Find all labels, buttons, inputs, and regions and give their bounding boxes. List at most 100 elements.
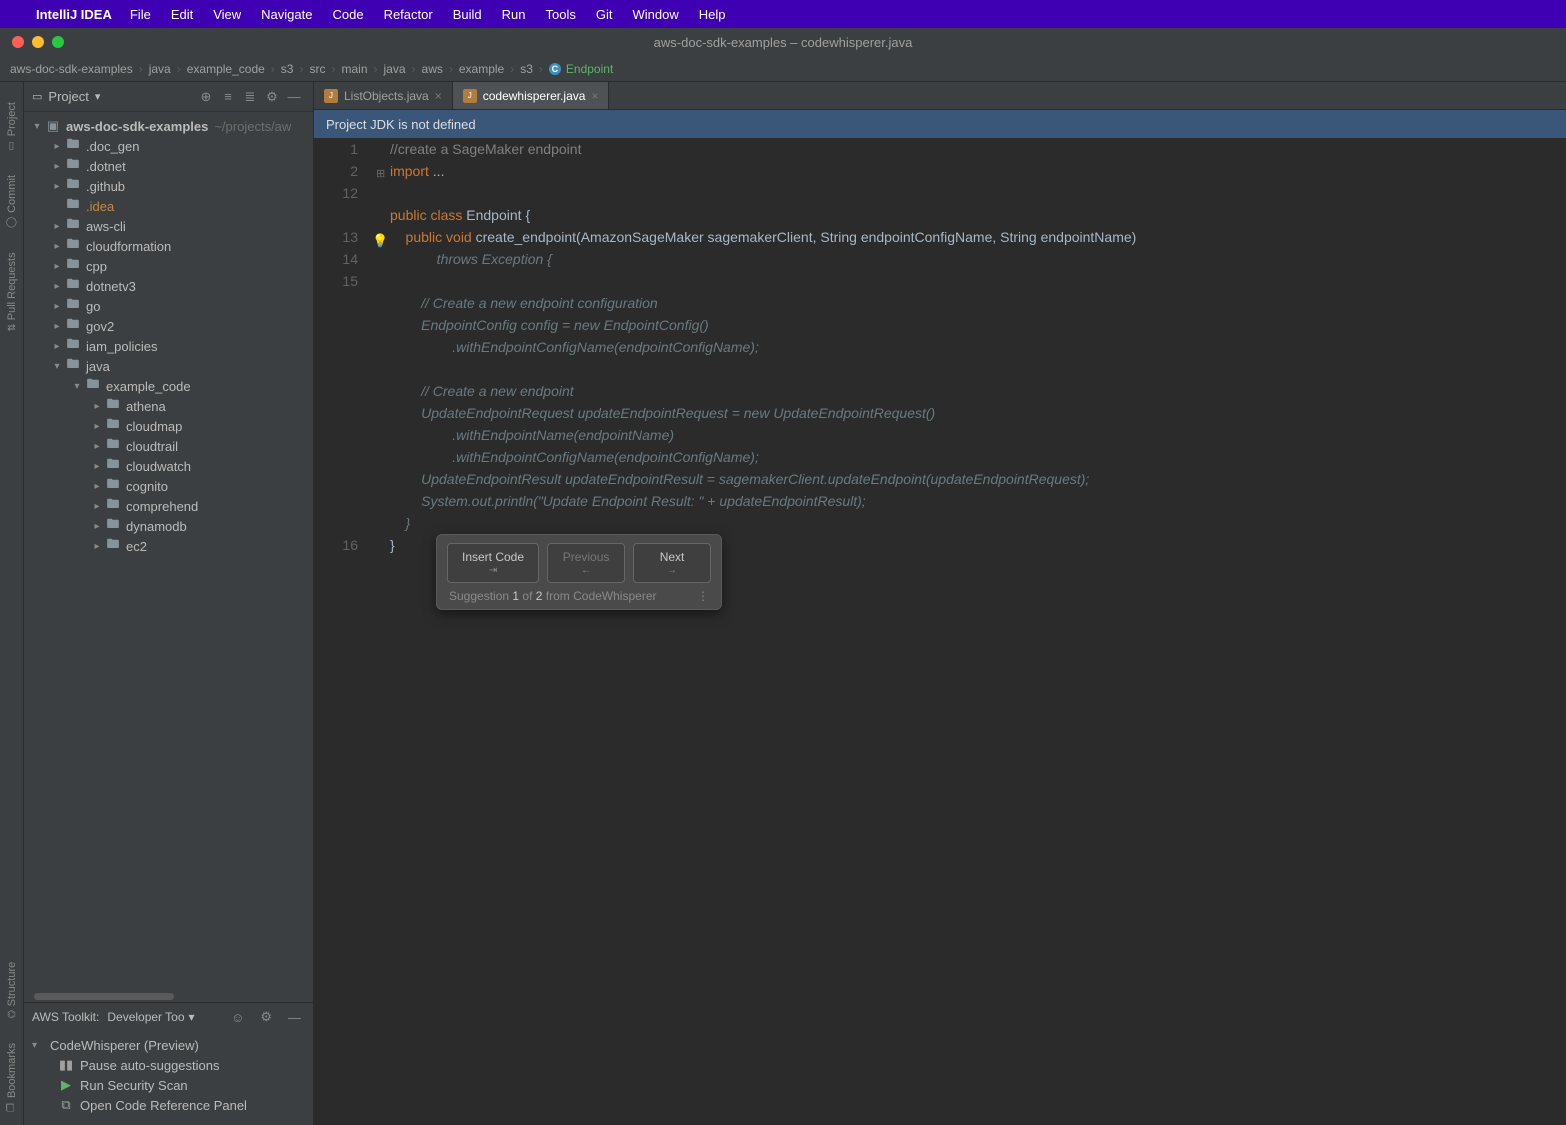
expand-all-icon[interactable]: ≡: [217, 86, 239, 108]
window-close-button[interactable]: [12, 36, 24, 48]
folder-name: example_code: [106, 379, 191, 394]
folder-icon: ▭: [6, 140, 17, 151]
tree-folder[interactable]: 🖿.idea: [24, 196, 313, 216]
tree-folder[interactable]: ▸🖿athena: [24, 396, 313, 416]
chevron-icon: ▸: [50, 281, 64, 292]
tree-root[interactable]: ▾ ▣ aws-doc-sdk-examples ~/projects/aw: [24, 116, 313, 136]
code-editor[interactable]: 121213141516 💡 //create a SageMaker endp…: [314, 138, 1566, 1125]
feedback-icon[interactable]: ☺: [227, 1010, 248, 1025]
tree-folder[interactable]: ▸🖿aws-cli: [24, 216, 313, 236]
next-suggestion-button[interactable]: Next →: [633, 543, 711, 583]
tree-folder[interactable]: ▸🖿cognito: [24, 476, 313, 496]
menu-view[interactable]: View: [213, 7, 241, 22]
insert-code-button[interactable]: Insert Code ⇥: [447, 543, 539, 583]
chevron-icon: ▸: [50, 301, 64, 312]
tool-tab-bookmarks[interactable]: ❐Bookmarks: [6, 1043, 18, 1113]
tree-folder[interactable]: ▸🖿dotnetv3: [24, 276, 313, 296]
hide-panel-icon[interactable]: —: [284, 1010, 305, 1025]
folder-icon: 🖿: [64, 275, 82, 297]
breadcrumb[interactable]: aws-doc-sdk-examples: [10, 62, 149, 76]
breadcrumb[interactable]: main: [341, 62, 383, 76]
horizontal-scrollbar[interactable]: [24, 992, 313, 1002]
menu-git[interactable]: Git: [596, 7, 613, 22]
tool-tab-project[interactable]: ▭Project: [6, 102, 18, 151]
editor-tab-active[interactable]: J codewhisperer.java ×: [453, 82, 610, 109]
menu-run[interactable]: Run: [502, 7, 526, 22]
breadcrumb[interactable]: example: [459, 62, 520, 76]
settings-icon[interactable]: ⚙: [261, 86, 283, 108]
tree-folder[interactable]: ▸🖿cloudwatch: [24, 456, 313, 476]
more-options-icon[interactable]: ⋮: [697, 589, 709, 603]
fold-marker-icon[interactable]: ⊞: [376, 163, 385, 185]
folder-name: java: [86, 359, 110, 374]
previous-suggestion-button[interactable]: Previous ←: [547, 543, 625, 583]
tree-folder[interactable]: ▸🖿.dotnet: [24, 156, 313, 176]
folder-name: cognito: [126, 479, 168, 494]
editor-tab[interactable]: J ListObjects.java ×: [314, 82, 453, 109]
tree-folder[interactable]: ▾🖿java: [24, 356, 313, 376]
chevron-icon: ▸: [90, 481, 104, 492]
suggestion-counter: Suggestion 1 of 2 from CodeWhisperer: [449, 589, 657, 603]
chevron-down-icon: ▾: [95, 90, 101, 103]
menu-file[interactable]: File: [130, 7, 151, 22]
menu-edit[interactable]: Edit: [171, 7, 193, 22]
tree-folder[interactable]: ▸🖿iam_policies: [24, 336, 313, 356]
pause-suggestions-action[interactable]: ▮▮ Pause auto-suggestions: [32, 1055, 305, 1075]
tree-folder[interactable]: ▸🖿cloudformation: [24, 236, 313, 256]
breadcrumb[interactable]: s3: [281, 62, 310, 76]
module-icon: ▣: [44, 118, 62, 134]
tree-folder[interactable]: ▸🖿cpp: [24, 256, 313, 276]
menu-code[interactable]: Code: [332, 7, 363, 22]
menu-tools[interactable]: Tools: [545, 7, 575, 22]
tree-folder[interactable]: ▸🖿gov2: [24, 316, 313, 336]
menu-navigate[interactable]: Navigate: [261, 7, 312, 22]
commit-icon: ◯: [6, 217, 17, 228]
close-tab-icon[interactable]: ×: [435, 89, 442, 103]
codewhisperer-section[interactable]: ▾ CodeWhisperer (Preview): [32, 1035, 305, 1055]
folder-icon: 🖿: [64, 195, 82, 217]
close-tab-icon[interactable]: ×: [591, 89, 598, 103]
folder-icon: 🖿: [64, 235, 82, 257]
tree-folder[interactable]: ▸🖿comprehend: [24, 496, 313, 516]
tree-folder[interactable]: ▸🖿.doc_gen: [24, 136, 313, 156]
tree-folder[interactable]: ▸🖿go: [24, 296, 313, 316]
menu-window[interactable]: Window: [632, 7, 678, 22]
menu-help[interactable]: Help: [699, 7, 726, 22]
locate-file-icon[interactable]: ⊕: [195, 86, 217, 108]
intention-bulb-icon[interactable]: 💡: [372, 230, 388, 252]
breadcrumb[interactable]: java: [384, 62, 422, 76]
tree-folder[interactable]: ▸🖿cloudmap: [24, 416, 313, 436]
tool-tab-commit[interactable]: ◯Commit: [6, 175, 18, 228]
tree-folder[interactable]: ▸🖿cloudtrail: [24, 436, 313, 456]
tree-folder[interactable]: ▸🖿.github: [24, 176, 313, 196]
breadcrumb[interactable]: example_code: [187, 62, 281, 76]
menu-refactor[interactable]: Refactor: [384, 7, 433, 22]
project-tree[interactable]: ▾ ▣ aws-doc-sdk-examples ~/projects/aw ▸…: [24, 112, 313, 1002]
settings-icon[interactable]: ⚙: [256, 1009, 276, 1025]
jdk-warning-banner[interactable]: Project JDK is not defined: [314, 110, 1566, 138]
hide-panel-icon[interactable]: —: [283, 86, 305, 108]
folder-icon: 🖿: [104, 435, 122, 457]
app-name[interactable]: IntelliJ IDEA: [36, 7, 112, 22]
tree-folder[interactable]: ▸🖿ec2: [24, 536, 313, 556]
tree-folder[interactable]: ▾🖿example_code: [24, 376, 313, 396]
tool-tab-pull-requests[interactable]: ⇄Pull Requests: [6, 252, 18, 332]
folder-name: cloudwatch: [126, 459, 191, 474]
window-maximize-button[interactable]: [52, 36, 64, 48]
run-security-scan-action[interactable]: ▶ Run Security Scan: [32, 1075, 305, 1095]
codewhisperer-suggestion-toolbar: Insert Code ⇥ Previous ← Next → Suggesti…: [436, 534, 722, 610]
collapse-all-icon[interactable]: ≣: [239, 86, 261, 108]
project-view-selector[interactable]: ▭ Project ▾: [32, 89, 100, 104]
open-code-reference-action[interactable]: ⧉ Open Code Reference Panel: [32, 1095, 305, 1115]
breadcrumb-current[interactable]: CEndpoint: [549, 62, 625, 76]
tree-folder[interactable]: ▸🖿dynamodb: [24, 516, 313, 536]
breadcrumb[interactable]: aws: [422, 62, 459, 76]
breadcrumb[interactable]: java: [149, 62, 187, 76]
aws-profile-dropdown[interactable]: Developer Too▾: [107, 1010, 194, 1024]
breadcrumb[interactable]: s3: [520, 62, 549, 76]
tool-tab-structure[interactable]: ⌬Structure: [6, 962, 18, 1019]
window-minimize-button[interactable]: [32, 36, 44, 48]
aws-toolkit-label: AWS Toolkit:: [32, 1010, 99, 1024]
menu-build[interactable]: Build: [453, 7, 482, 22]
breadcrumb[interactable]: src: [309, 62, 341, 76]
